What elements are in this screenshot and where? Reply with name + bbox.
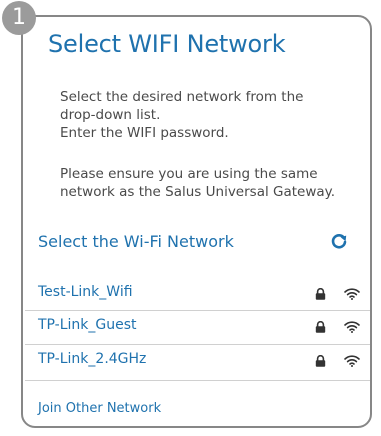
network-divider [25,310,370,311]
join-other-network-link[interactable]: Join Other Network [38,401,161,416]
network-name: Test-Link_Wifi [38,284,133,300]
lock-icon [315,355,326,367]
network-row[interactable]: TP-Link_2.4GHz [25,346,370,375]
instruction-line: Select the desired network from the [60,89,304,105]
network-name: TP-Link_2.4GHz [38,351,147,367]
instruction-line: Enter the WIFI password. [60,125,229,141]
wifi-icon [344,321,360,333]
step-number-badge: 1 [2,1,36,35]
instruction-line: drop-down list. [60,107,161,123]
dialog-title: Select WIFI Network [48,30,286,58]
note-line: Please ensure you are using the same [60,166,318,182]
wifi-icon [344,355,360,367]
lock-icon [315,288,326,300]
network-row[interactable]: TP-Link_Guest [25,312,370,341]
wifi-icon [344,288,360,300]
note-line: network as the Salus Universal Gateway. [60,184,336,200]
lock-icon [315,321,326,333]
network-row[interactable]: Test-Link_Wifi [25,279,370,308]
refresh-icon[interactable] [330,232,348,250]
network-divider [25,344,370,345]
select-network-label: Select the Wi-Fi Network [38,232,234,251]
instructions-text: Select the desired network from the drop… [60,88,365,142]
gateway-note-text: Please ensure you are using the same net… [60,165,365,201]
network-divider [25,380,370,381]
network-name: TP-Link_Guest [38,317,137,333]
